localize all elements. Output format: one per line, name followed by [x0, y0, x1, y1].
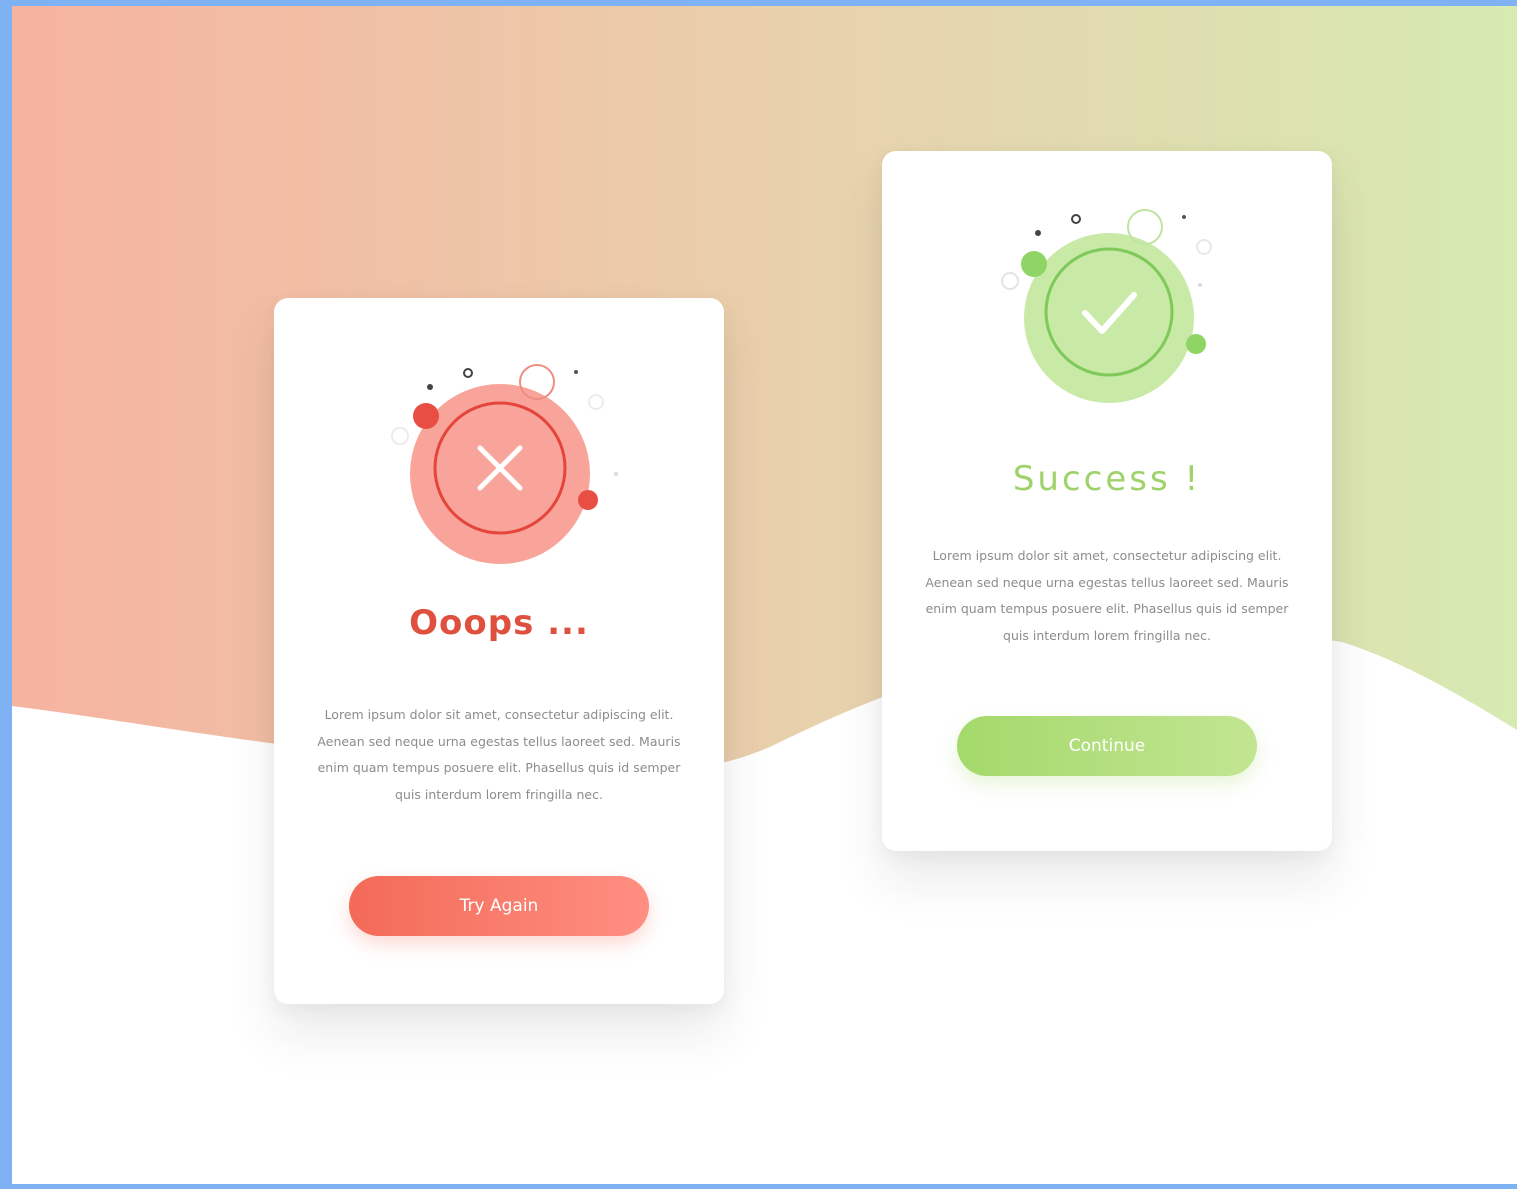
- screenshot-frame: Ooops ... Lorem ipsum dolor sit amet, co…: [0, 0, 1517, 1189]
- error-title: Ooops ...: [409, 603, 589, 643]
- try-again-button[interactable]: Try Again: [349, 876, 649, 936]
- success-illustration: [1001, 209, 1212, 403]
- success-message: Lorem ipsum dolor sit amet, consectetur …: [925, 548, 1289, 643]
- error-message: Lorem ipsum dolor sit amet, consectetur …: [317, 707, 681, 802]
- success-title: Success !: [1012, 459, 1202, 499]
- continue-button[interactable]: Continue: [957, 716, 1257, 776]
- error-illustration: [391, 364, 618, 564]
- success-card: Success ! Lorem ipsum dolor sit amet, co…: [882, 151, 1332, 851]
- error-card: Ooops ... Lorem ipsum dolor sit amet, co…: [274, 298, 724, 1004]
- canvas: Ooops ... Lorem ipsum dolor sit amet, co…: [12, 6, 1517, 1184]
